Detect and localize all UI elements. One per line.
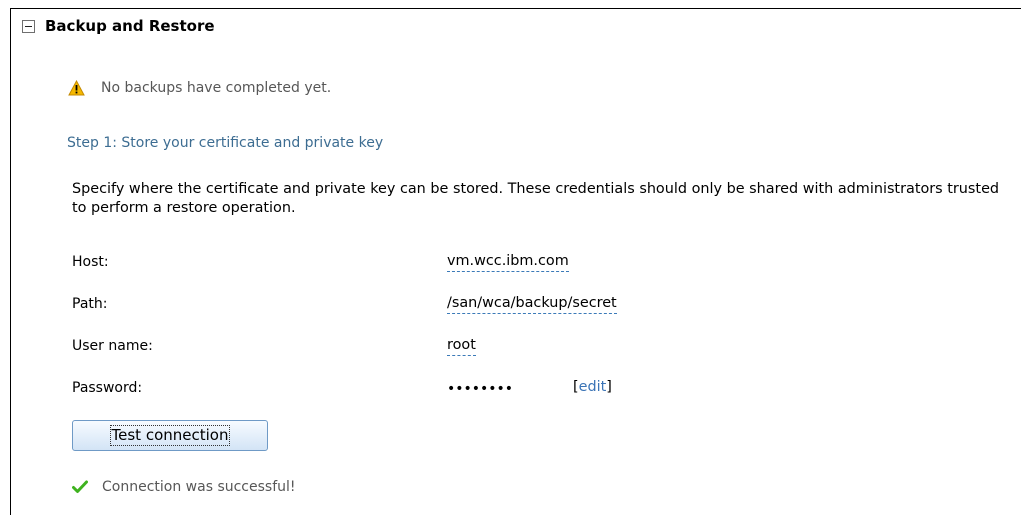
- minus-box-icon[interactable]: [22, 19, 35, 33]
- host-value[interactable]: vm.wcc.ibm.com: [447, 253, 569, 272]
- username-label: User name:: [72, 338, 153, 354]
- warning-text: No backups have completed yet.: [101, 80, 332, 96]
- password-masked-value: ••••••••: [447, 381, 514, 397]
- warning-icon: [68, 80, 85, 96]
- test-connection-button[interactable]: Test connection: [72, 420, 268, 451]
- connection-status: Connection was successful!: [72, 479, 296, 495]
- password-label: Password:: [72, 380, 143, 396]
- checkmark-icon: [72, 480, 88, 493]
- section-title: Backup and Restore: [45, 17, 215, 35]
- step-title: Step 1: Store your certificate and priva…: [67, 135, 384, 151]
- backup-warning: No backups have completed yet.: [68, 80, 331, 96]
- status-text: Connection was successful!: [102, 479, 296, 495]
- edit-bracket-close: ]: [606, 379, 612, 395]
- username-value[interactable]: root: [447, 337, 476, 356]
- step-description: Specify where the certificate and privat…: [72, 181, 1000, 216]
- password-edit: [edit]: [573, 379, 612, 395]
- password-edit-link[interactable]: edit: [579, 379, 607, 395]
- section-header: Backup and Restore: [22, 17, 215, 35]
- test-connection-label: Test connection: [109, 425, 231, 446]
- path-value[interactable]: /san/wca/backup/secret: [447, 295, 617, 314]
- path-label: Path:: [72, 296, 108, 312]
- host-label: Host:: [72, 254, 109, 270]
